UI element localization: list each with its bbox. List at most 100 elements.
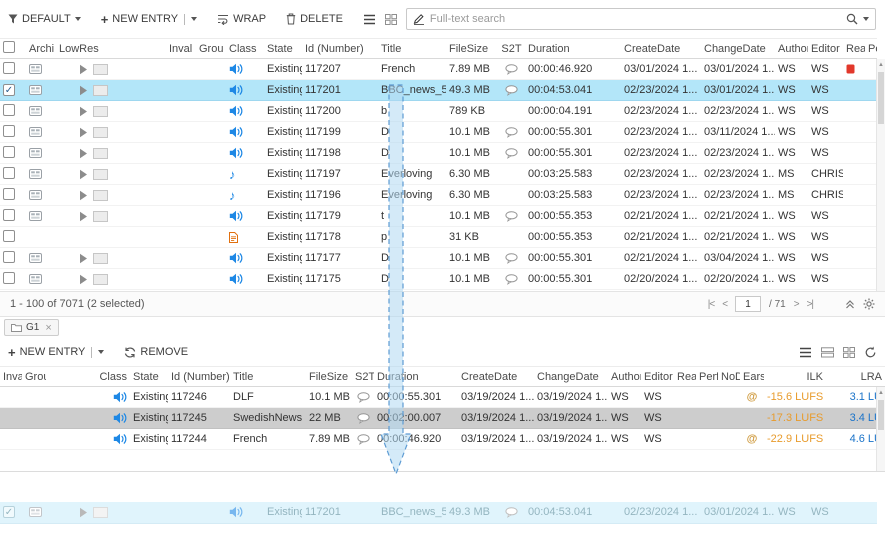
column-header-size[interactable]: FileSize bbox=[446, 39, 498, 59]
play-icon[interactable] bbox=[79, 274, 88, 285]
column-header-created[interactable]: CreateDate bbox=[621, 39, 701, 59]
refresh-button[interactable] bbox=[864, 346, 877, 359]
grid-view-button[interactable] bbox=[385, 14, 397, 25]
rows-view-button[interactable] bbox=[821, 347, 834, 358]
group-row[interactable]: Existing117246DLF10.1 MB00:00:55.30103/1… bbox=[0, 387, 885, 408]
filter-default-button[interactable]: DEFAULT bbox=[8, 13, 81, 25]
select-all-checkbox[interactable] bbox=[3, 41, 15, 53]
column-header-changed[interactable]: ChangeDate bbox=[534, 367, 608, 387]
column-header-dur[interactable]: Duration bbox=[374, 367, 458, 387]
play-icon[interactable] bbox=[79, 106, 88, 117]
tab-close-button[interactable]: × bbox=[45, 322, 51, 334]
media-row[interactable]: Existing117177D10.1 MB00:00:55.30102/21/… bbox=[0, 248, 877, 269]
collapse-panel-button[interactable] bbox=[845, 300, 855, 309]
play-icon[interactable] bbox=[79, 148, 88, 159]
row-checkbox[interactable] bbox=[3, 251, 15, 263]
next-page-button[interactable]: > bbox=[794, 299, 799, 310]
column-header-title[interactable]: Title bbox=[230, 367, 306, 387]
row-checkbox[interactable] bbox=[3, 188, 15, 200]
column-header-changed[interactable]: ChangeDate bbox=[701, 39, 775, 59]
group-row[interactable]: Existing117245SwedishNews22 MB00:02:00.0… bbox=[0, 408, 885, 429]
drag-ghost[interactable]: ✓Existing117201BBC_news_5_49.3 MB00:04:5… bbox=[0, 502, 877, 523]
row-checkbox[interactable] bbox=[3, 167, 15, 179]
play-icon[interactable] bbox=[79, 253, 88, 264]
column-header-archi[interactable]: Archi bbox=[26, 39, 56, 59]
row-checkbox[interactable] bbox=[3, 125, 15, 137]
column-header-editor[interactable]: Editor bbox=[808, 39, 843, 59]
media-row[interactable]: Existing117178p31 KB00:00:55.35302/21/20… bbox=[0, 227, 877, 248]
column-header-read[interactable]: Read bbox=[843, 39, 865, 59]
last-page-button[interactable]: >| bbox=[807, 299, 813, 310]
fulltext-search-input[interactable] bbox=[430, 10, 841, 28]
row-checkbox[interactable] bbox=[3, 230, 15, 242]
column-header-title[interactable]: Title bbox=[378, 39, 446, 59]
prev-page-button[interactable]: < bbox=[722, 299, 727, 310]
remove-button[interactable]: REMOVE bbox=[124, 346, 188, 358]
media-row[interactable]: Existing117179t10.1 MB00:00:55.35302/21/… bbox=[0, 206, 877, 227]
media-row[interactable]: ♪Existing117196Everloving6.30 MB00:03:25… bbox=[0, 185, 877, 206]
column-header-perfe[interactable]: Perfe bbox=[696, 367, 718, 387]
row-checkbox[interactable] bbox=[3, 62, 15, 74]
column-header-sel[interactable] bbox=[0, 39, 26, 59]
group-tab[interactable]: G1 × bbox=[4, 319, 59, 336]
column-header-id[interactable]: Id (Number) bbox=[168, 367, 230, 387]
column-header-s2t[interactable]: S2T bbox=[352, 367, 374, 387]
scroll-up-icon[interactable]: ▲ bbox=[877, 387, 885, 397]
row-checkbox[interactable] bbox=[3, 272, 15, 284]
delete-button[interactable]: DELETE bbox=[286, 13, 343, 25]
column-header-lra[interactable]: LRA bbox=[826, 367, 885, 387]
play-icon[interactable] bbox=[79, 64, 88, 75]
column-header-grou[interactable]: Grou bbox=[22, 367, 46, 387]
play-icon[interactable] bbox=[79, 211, 88, 222]
scrollbar-thumb[interactable] bbox=[878, 72, 884, 124]
search-options-caret[interactable] bbox=[863, 17, 869, 21]
row-checkbox[interactable]: ✓ bbox=[3, 84, 15, 96]
column-header-s2t[interactable]: S2T bbox=[498, 39, 525, 59]
settings-button[interactable] bbox=[863, 298, 875, 310]
list-view-button[interactable] bbox=[799, 347, 812, 358]
media-row[interactable]: ♪Existing117197Everloving6.30 MB00:03:25… bbox=[0, 164, 877, 185]
column-header-id[interactable]: Id (Number) bbox=[302, 39, 378, 59]
column-header-class[interactable]: Class bbox=[226, 39, 264, 59]
group-new-entry-button[interactable]: + NEW ENTRY bbox=[8, 346, 104, 358]
list-view-button[interactable] bbox=[363, 14, 376, 25]
play-icon[interactable] bbox=[79, 169, 88, 180]
first-page-button[interactable]: |< bbox=[708, 299, 714, 310]
group-row[interactable]: Existing117244French7.89 MB00:00:46.9200… bbox=[0, 429, 885, 450]
column-header-state[interactable]: State bbox=[264, 39, 302, 59]
search-icon[interactable] bbox=[846, 13, 858, 25]
row-checkbox[interactable]: ✓ bbox=[3, 506, 15, 518]
column-header-dur[interactable]: Duration bbox=[525, 39, 621, 59]
column-header-state[interactable]: State bbox=[130, 367, 168, 387]
column-header-perfe[interactable]: Perfe bbox=[865, 39, 877, 59]
media-row[interactable]: Existing117207French7.89 MB00:00:46.9200… bbox=[0, 59, 877, 80]
column-header-created[interactable]: CreateDate bbox=[458, 367, 534, 387]
media-row[interactable]: Existing117175D10.1 MB00:00:55.30102/20/… bbox=[0, 269, 877, 290]
wrap-toggle[interactable]: WRAP bbox=[217, 13, 266, 25]
column-header-read[interactable]: Read bbox=[674, 367, 696, 387]
scrollbar-thumb[interactable] bbox=[878, 400, 884, 430]
grid-view-button[interactable] bbox=[843, 347, 855, 358]
column-header-author[interactable]: Author bbox=[775, 39, 808, 59]
vertical-scrollbar[interactable]: ▲ bbox=[876, 387, 885, 471]
column-header-lowres[interactable]: LowRes bbox=[56, 39, 166, 59]
media-row[interactable]: Existing117199D10.1 MB00:00:55.30102/23/… bbox=[0, 122, 877, 143]
column-header-class[interactable]: Class bbox=[46, 367, 130, 387]
page-number-input[interactable] bbox=[735, 296, 761, 312]
column-header-inval[interactable]: Inval bbox=[0, 367, 22, 387]
column-header-ears[interactable]: Ears bbox=[740, 367, 764, 387]
column-header-author[interactable]: Author bbox=[608, 367, 641, 387]
row-checkbox[interactable] bbox=[3, 209, 15, 221]
vertical-scrollbar[interactable]: ▲ bbox=[876, 59, 885, 291]
row-checkbox[interactable] bbox=[3, 104, 15, 116]
play-icon[interactable] bbox=[79, 85, 88, 96]
play-icon[interactable] bbox=[79, 190, 88, 201]
column-header-inval[interactable]: Inval bbox=[166, 39, 196, 59]
row-checkbox[interactable] bbox=[3, 146, 15, 158]
column-header-editor[interactable]: Editor bbox=[641, 367, 674, 387]
scroll-up-icon[interactable]: ▲ bbox=[877, 59, 885, 69]
media-row[interactable]: Existing117198D10.1 MB00:00:55.30102/23/… bbox=[0, 143, 877, 164]
column-header-nodi[interactable]: NoDi bbox=[718, 367, 740, 387]
new-entry-button[interactable]: + NEW ENTRY bbox=[101, 13, 197, 25]
column-header-size[interactable]: FileSize bbox=[306, 367, 352, 387]
